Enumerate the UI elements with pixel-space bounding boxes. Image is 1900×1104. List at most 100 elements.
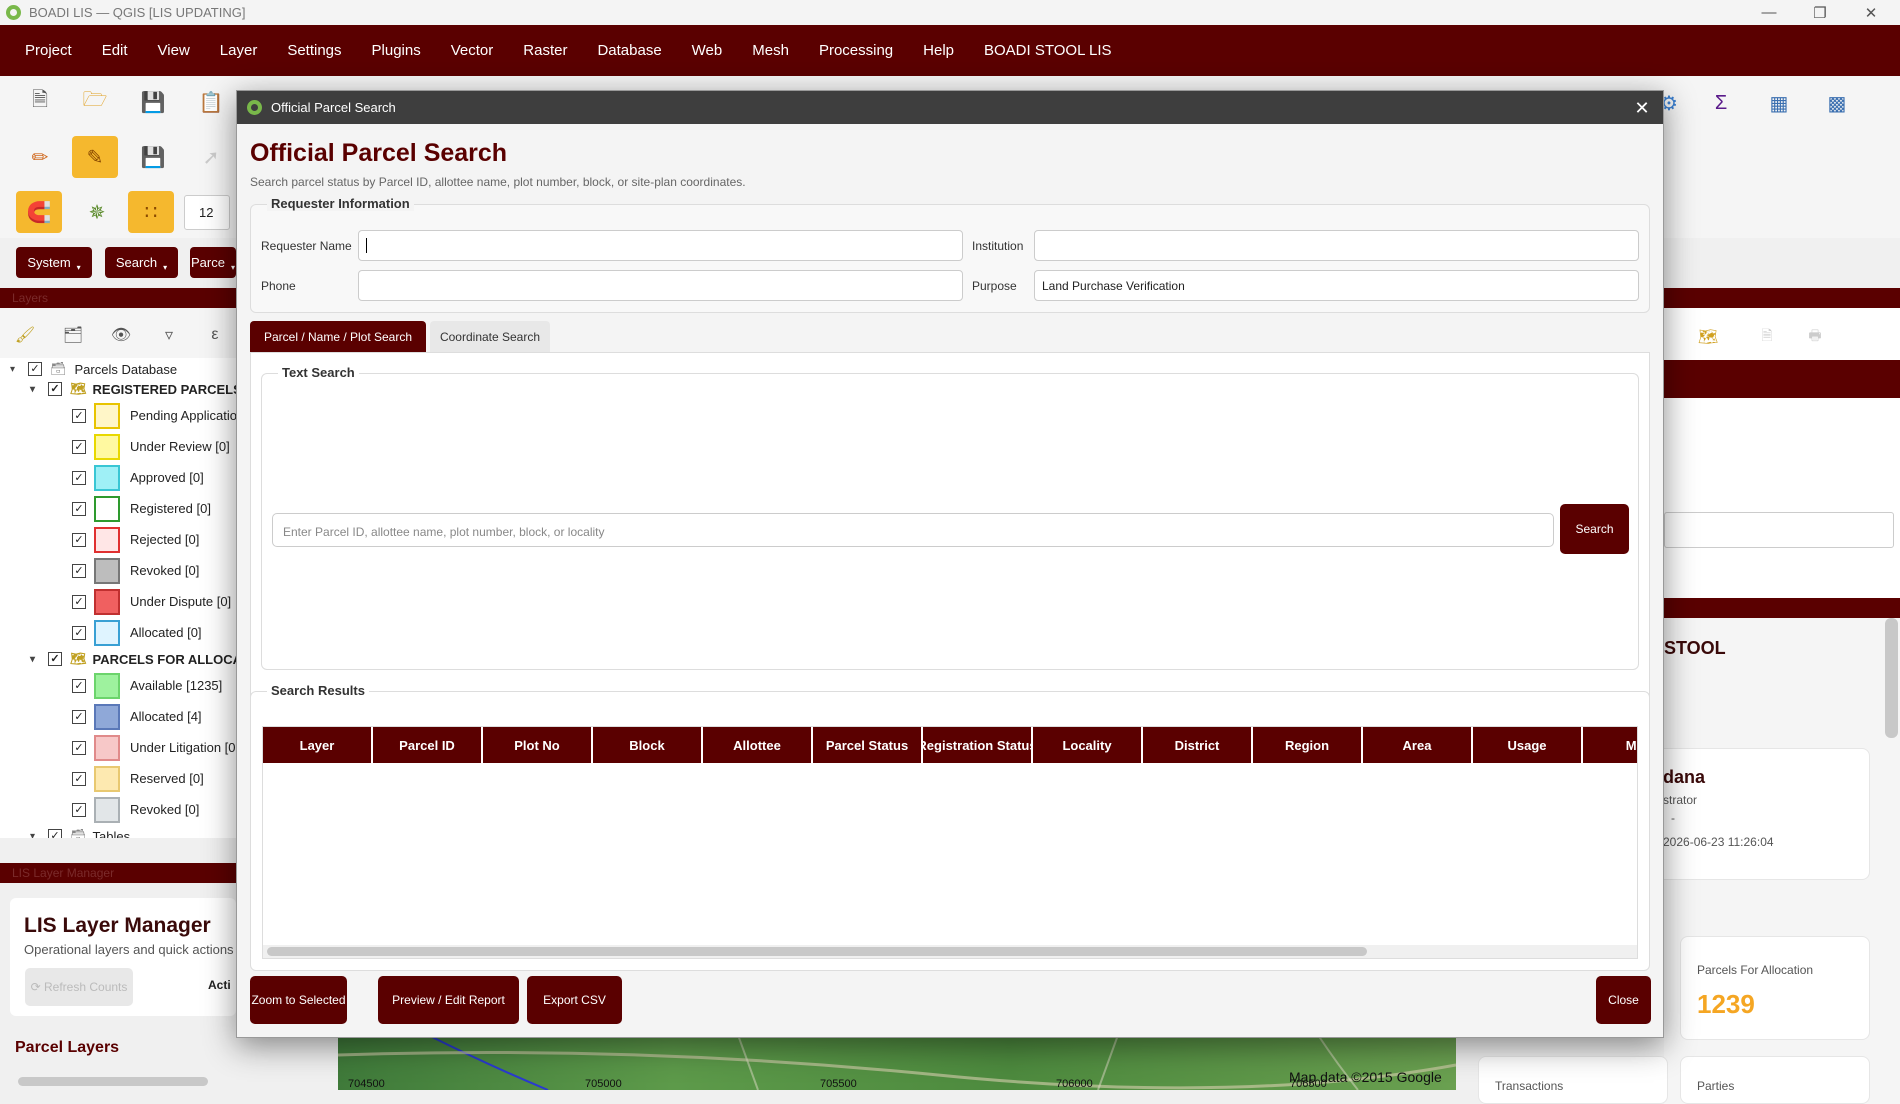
right-panel-doc-icon[interactable]: 🗎 bbox=[1752, 322, 1782, 352]
purpose-input[interactable]: Land Purchase Verification bbox=[1034, 270, 1639, 301]
menu-item-mesh[interactable]: Mesh bbox=[737, 42, 804, 59]
layer-checkbox[interactable]: ✓ bbox=[48, 652, 62, 666]
preview-edit-report-button[interactable]: Preview / Edit Report bbox=[378, 976, 519, 1024]
column-header-allottee[interactable]: Allottee bbox=[703, 727, 813, 763]
layer-checkbox[interactable]: ✓ bbox=[72, 771, 86, 786]
collapse-arrow-icon[interactable]: ▾ bbox=[30, 831, 40, 839]
column-header-parcel-id[interactable]: Parcel ID bbox=[373, 727, 483, 763]
layer-checkbox[interactable]: ✓ bbox=[72, 625, 86, 640]
column-header-layer[interactable]: Layer bbox=[263, 727, 373, 763]
restore-icon[interactable]: ❐ bbox=[1795, 0, 1845, 25]
system-menu-button[interactable]: System bbox=[16, 247, 92, 278]
attribute-table-icon[interactable]: ▦ bbox=[1764, 88, 1794, 118]
layer-item[interactable]: ✓ Allocated [0] bbox=[72, 617, 202, 648]
parcel-search-input[interactable]: Enter Parcel ID, allottee name, plot num… bbox=[272, 513, 1554, 547]
menu-item-raster[interactable]: Raster bbox=[508, 42, 582, 59]
layer-item[interactable]: ✓ Rejected [0] bbox=[72, 524, 199, 555]
new-project-icon[interactable]: 🗎 bbox=[25, 87, 55, 117]
requester-name-input[interactable] bbox=[358, 230, 963, 261]
layer-group-0[interactable]: ▾ ✓ 🗺 REGISTERED PARCELS bbox=[30, 378, 236, 400]
layer-checkbox[interactable]: ✓ bbox=[48, 382, 62, 396]
tab-coordinate-search[interactable]: Coordinate Search bbox=[430, 321, 550, 352]
layer-checkbox[interactable]: ✓ bbox=[72, 470, 86, 485]
snap-options-icon[interactable]: ∷ bbox=[128, 191, 174, 233]
scrollbar-thumb[interactable] bbox=[267, 947, 1367, 956]
collapse-arrow-icon[interactable]: ▾ bbox=[30, 654, 40, 665]
close-window-icon[interactable]: ✕ bbox=[1846, 0, 1896, 25]
layer-checkbox[interactable]: ✓ bbox=[28, 362, 42, 376]
collapse-arrow-icon[interactable]: ▾ bbox=[10, 364, 20, 375]
institution-input[interactable] bbox=[1034, 230, 1639, 261]
layer-item[interactable]: ✓ Available [1235] bbox=[72, 670, 222, 701]
layer-group-tables[interactable]: ▾ ✓ 🗃 Tables bbox=[30, 825, 130, 838]
parcel-menu-button[interactable]: Parce bbox=[190, 247, 236, 278]
layer-checkbox[interactable]: ✓ bbox=[72, 501, 86, 516]
print-layout-icon[interactable]: 📋 bbox=[196, 87, 226, 117]
column-header-area[interactable]: Area bbox=[1363, 727, 1473, 763]
menu-item-database[interactable]: Database bbox=[582, 42, 676, 59]
layer-checkbox[interactable]: ✓ bbox=[72, 594, 86, 609]
layer-item[interactable]: ✓ Revoked [0] bbox=[72, 555, 199, 586]
layer-checkbox[interactable]: ✓ bbox=[72, 439, 86, 454]
filter-icon[interactable]: ▿ bbox=[154, 320, 184, 350]
menu-item-view[interactable]: View bbox=[143, 42, 205, 59]
toggle-editing-icon[interactable]: ✎ bbox=[72, 136, 118, 178]
layer-item[interactable]: ✓ Under Dispute [0] bbox=[72, 586, 231, 617]
save-edits-icon[interactable]: 💾 bbox=[138, 142, 168, 172]
zoom-to-selected-button[interactable]: Zoom to Selected bbox=[250, 976, 347, 1024]
menu-item-boadi-stool-lis[interactable]: BOADI STOOL LIS bbox=[969, 42, 1127, 59]
dashboard-scrollbar[interactable] bbox=[1885, 618, 1898, 738]
column-header-region[interactable]: Region bbox=[1253, 727, 1363, 763]
refresh-counts-button[interactable]: ⟳ Refresh Counts bbox=[25, 968, 133, 1006]
phone-input[interactable] bbox=[358, 270, 963, 301]
add-group-icon[interactable]: 🗂 bbox=[58, 320, 88, 350]
collapse-arrow-icon[interactable]: ▾ bbox=[30, 384, 40, 395]
right-panel-input[interactable] bbox=[1664, 512, 1894, 548]
column-header-mat[interactable]: Mat bbox=[1583, 727, 1637, 763]
column-header-parcel-status[interactable]: Parcel Status bbox=[813, 727, 923, 763]
layer-item[interactable]: ✓ Allocated [4] bbox=[72, 701, 202, 732]
menu-item-web[interactable]: Web bbox=[677, 42, 738, 59]
menu-item-processing[interactable]: Processing bbox=[804, 42, 908, 59]
add-line-icon[interactable]: ➚ bbox=[196, 142, 226, 172]
search-results-table[interactable]: Layer Parcel ID Plot No Block Allottee Parcel… bbox=[262, 726, 1638, 959]
column-header-usage[interactable]: Usage bbox=[1473, 727, 1583, 763]
layer-group-1[interactable]: ▾ ✓ 🗺 PARCELS FOR ALLOCAT bbox=[30, 648, 236, 670]
snapping-magnet-icon[interactable]: 🧲 bbox=[16, 191, 62, 233]
layer-checkbox[interactable]: ✓ bbox=[72, 408, 86, 423]
open-project-icon[interactable]: 🗁 bbox=[80, 87, 110, 117]
menu-item-help[interactable]: Help bbox=[908, 42, 969, 59]
menu-item-edit[interactable]: Edit bbox=[87, 42, 143, 59]
layer-checkbox[interactable]: ✓ bbox=[72, 678, 86, 693]
tab-parcel-name-plot-search[interactable]: Parcel / Name / Plot Search bbox=[250, 321, 426, 352]
menu-item-plugins[interactable]: Plugins bbox=[357, 42, 436, 59]
layer-checkbox[interactable]: ✓ bbox=[48, 829, 62, 838]
layer-item[interactable]: ✓ Under Litigation [0 bbox=[72, 732, 236, 763]
menu-item-project[interactable]: Project bbox=[10, 42, 87, 59]
column-header-district[interactable]: District bbox=[1143, 727, 1253, 763]
layer-item[interactable]: ✓ Revoked [0] bbox=[72, 794, 199, 825]
layer-item[interactable]: ✓ Registered [0] bbox=[72, 493, 211, 524]
layer-checkbox[interactable]: ✓ bbox=[72, 532, 86, 547]
column-header-locality[interactable]: Locality bbox=[1033, 727, 1143, 763]
statistics-sum-icon[interactable]: Σ bbox=[1706, 88, 1736, 118]
layer-checkbox[interactable]: ✓ bbox=[72, 709, 86, 724]
right-panel-print-icon[interactable]: 🖶 bbox=[1800, 322, 1830, 352]
visibility-eye-icon[interactable]: 👁 bbox=[106, 320, 136, 350]
layer-item[interactable]: ✓ Approved [0] bbox=[72, 462, 204, 493]
menu-item-settings[interactable]: Settings bbox=[272, 42, 356, 59]
close-button[interactable]: Close bbox=[1596, 976, 1651, 1024]
search-button[interactable]: Search bbox=[1560, 504, 1629, 554]
expression-filter-icon[interactable]: ε bbox=[200, 320, 230, 350]
vertex-tool-icon[interactable]: ✵ bbox=[82, 197, 112, 227]
layer-item[interactable]: ✓ Under Review [0] bbox=[72, 431, 230, 462]
layer-checkbox[interactable]: ✓ bbox=[72, 563, 86, 578]
field-calculator-icon[interactable]: ▩ bbox=[1822, 88, 1852, 118]
minimize-icon[interactable]: — bbox=[1744, 0, 1794, 25]
snap-tolerance-input[interactable]: 12 bbox=[184, 195, 230, 230]
style-brush-icon[interactable]: 🖌 bbox=[10, 320, 40, 350]
export-csv-button[interactable]: Export CSV bbox=[527, 976, 622, 1024]
column-header-block[interactable]: Block bbox=[593, 727, 703, 763]
menu-item-vector[interactable]: Vector bbox=[436, 42, 509, 59]
dialog-close-icon[interactable]: ✕ bbox=[1631, 97, 1653, 119]
